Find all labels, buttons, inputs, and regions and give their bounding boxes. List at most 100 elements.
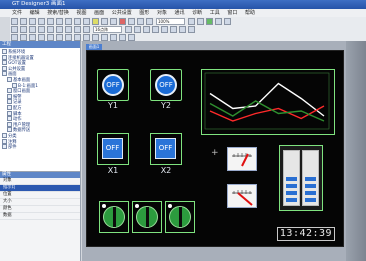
meter-1[interactable] xyxy=(227,147,257,171)
redo-icon[interactable] xyxy=(83,18,90,25)
menu-item-search[interactable]: 搜索/替换 xyxy=(47,10,69,16)
expand-icon[interactable] xyxy=(2,54,7,60)
select-icon[interactable] xyxy=(11,26,18,33)
font-select[interactable]: 16点阵 xyxy=(93,26,122,33)
new-icon[interactable] xyxy=(11,18,18,25)
zoom-select[interactable]: 100% xyxy=(156,18,185,25)
clock-object-icon[interactable] xyxy=(83,34,90,41)
switch-x1-button[interactable]: OFF xyxy=(102,138,123,159)
expand-icon[interactable] xyxy=(2,65,7,71)
property-row[interactable]: 颜色 xyxy=(0,206,80,213)
trend-object-icon[interactable] xyxy=(101,34,108,41)
image-icon[interactable] xyxy=(83,26,90,33)
bring-front-icon[interactable] xyxy=(143,26,150,33)
layer-icon[interactable] xyxy=(128,18,135,25)
line-icon[interactable] xyxy=(29,26,36,33)
print-icon[interactable] xyxy=(38,18,45,25)
switch-x2-button[interactable]: OFF xyxy=(155,138,176,159)
menu-item-object[interactable]: 对象 xyxy=(157,10,167,16)
numeric-object-icon[interactable] xyxy=(29,34,36,41)
selector-switch-3[interactable] xyxy=(165,201,195,233)
selector-knob-1[interactable] xyxy=(103,206,125,228)
text-icon[interactable] xyxy=(20,26,27,33)
align-icon[interactable] xyxy=(110,18,117,25)
trend-graph[interactable] xyxy=(201,69,335,135)
copy-icon[interactable] xyxy=(56,18,63,25)
rotate-icon[interactable] xyxy=(161,26,168,33)
flip-icon[interactable] xyxy=(170,26,177,33)
menu-item-window[interactable]: 窗口 xyxy=(227,10,237,16)
menu-item-help[interactable]: 帮助 xyxy=(245,10,255,16)
distribute-icon[interactable] xyxy=(188,26,195,33)
paste-icon[interactable] xyxy=(65,18,72,25)
property-row[interactable]: 数据 xyxy=(0,213,80,220)
polyline-icon[interactable] xyxy=(38,26,45,33)
fill-icon[interactable] xyxy=(74,26,81,33)
property-row-selected[interactable]: 指示灯 xyxy=(0,185,80,192)
search-icon[interactable] xyxy=(92,18,99,25)
comment-object-icon[interactable] xyxy=(47,34,54,41)
switch-object-icon[interactable] xyxy=(11,34,18,41)
grid-icon[interactable] xyxy=(101,18,108,25)
level-indicator-1[interactable] xyxy=(283,150,300,206)
parts-object-icon[interactable] xyxy=(56,34,63,41)
ungroup-icon[interactable] xyxy=(146,18,153,25)
text-object-icon[interactable] xyxy=(38,34,45,41)
cut-icon[interactable] xyxy=(47,18,54,25)
switch-x1[interactable]: OFF xyxy=(97,133,129,165)
expand-icon[interactable] xyxy=(2,49,7,54)
expand-icon[interactable] xyxy=(2,144,7,150)
slider-object-icon[interactable] xyxy=(119,34,126,41)
switch-x2[interactable]: OFF xyxy=(150,133,182,165)
open-icon[interactable] xyxy=(20,18,27,25)
menu-item-diag[interactable]: 诊断 xyxy=(192,10,202,16)
undo-icon[interactable] xyxy=(74,18,81,25)
level-indicator-2[interactable] xyxy=(302,150,319,206)
write-to-got-icon[interactable] xyxy=(206,18,213,25)
menu-item-screen[interactable]: 画面 xyxy=(94,10,104,16)
property-row[interactable]: 对象 xyxy=(0,178,80,185)
send-back-icon[interactable] xyxy=(152,26,159,33)
selector-switch-1[interactable] xyxy=(99,201,129,233)
menu-item-comm[interactable]: 通讯 xyxy=(175,10,185,16)
menu-item-edit[interactable]: 编辑 xyxy=(30,10,40,16)
expand-icon[interactable] xyxy=(2,60,7,66)
alarm-object-icon[interactable] xyxy=(92,34,99,41)
selector-switch-2[interactable] xyxy=(132,201,162,233)
script-object-icon[interactable] xyxy=(128,34,135,41)
menu-item-file[interactable]: 文件 xyxy=(12,10,22,16)
meter-2[interactable] xyxy=(227,184,257,208)
lamp-object-icon[interactable] xyxy=(20,34,27,41)
script-icon xyxy=(7,110,12,116)
bold-icon[interactable] xyxy=(125,26,132,33)
meter-object-icon[interactable] xyxy=(74,34,81,41)
lamp-y1[interactable]: OFF xyxy=(97,69,129,101)
simulator-icon[interactable] xyxy=(224,18,231,25)
stop-icon[interactable] xyxy=(119,18,126,25)
menu-item-figure[interactable]: 图形 xyxy=(139,10,149,16)
selector-knob-3[interactable] xyxy=(169,206,191,228)
expand-icon[interactable] xyxy=(2,138,7,144)
rectangle-icon[interactable] xyxy=(47,26,54,33)
read-from-got-icon[interactable] xyxy=(215,18,222,25)
selector-knob-2[interactable] xyxy=(136,206,158,228)
graph-object-icon[interactable] xyxy=(65,34,72,41)
zoom-in-icon[interactable] xyxy=(188,18,195,25)
property-row[interactable]: 大小 xyxy=(0,199,80,206)
group-icon[interactable] xyxy=(137,18,144,25)
menu-item-common[interactable]: 公共设置 xyxy=(112,10,132,16)
expand-icon[interactable] xyxy=(2,132,7,138)
circle-icon[interactable] xyxy=(56,26,63,33)
menu-item-view[interactable]: 视图 xyxy=(77,10,87,16)
tree-item[interactable]: 部件 xyxy=(2,144,80,150)
lamp-y2[interactable]: OFF xyxy=(150,69,182,101)
color-icon[interactable] xyxy=(134,26,141,33)
expand-icon[interactable] xyxy=(2,71,7,77)
level-object-icon[interactable] xyxy=(110,34,117,41)
zoom-out-icon[interactable] xyxy=(197,18,204,25)
menu-item-tools[interactable]: 工具 xyxy=(210,10,220,16)
property-row[interactable]: 位置 xyxy=(0,192,80,199)
arc-icon[interactable] xyxy=(65,26,72,33)
save-icon[interactable] xyxy=(29,18,36,25)
snap-icon[interactable] xyxy=(179,26,186,33)
